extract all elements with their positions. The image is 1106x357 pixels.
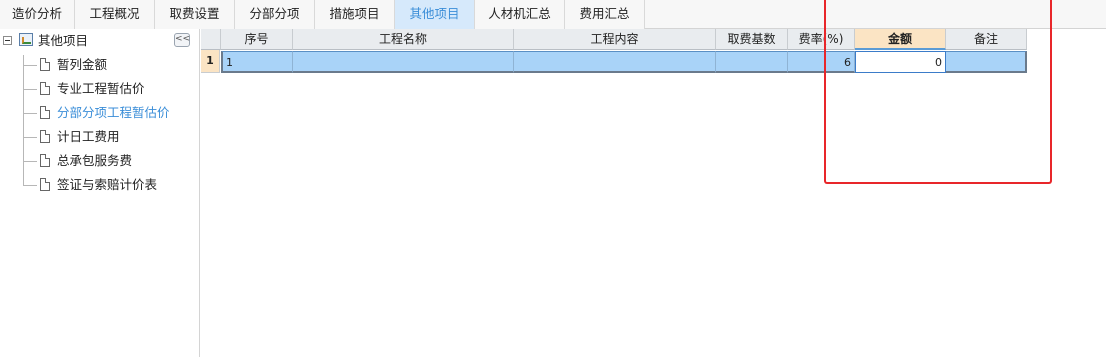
tab-labor-material-summary[interactable]: 人材机汇总	[475, 0, 565, 29]
column-header-project-name[interactable]: 工程名称	[293, 29, 514, 50]
sidebar-item-label: 暂列金额	[57, 57, 108, 72]
tab-subdivision-items[interactable]: 分部分项	[235, 0, 315, 29]
cell-remarks[interactable]	[946, 51, 1027, 73]
tab-fee-summary[interactable]: 费用汇总	[565, 0, 645, 29]
sidebar-item-label: 签证与索赔计价表	[57, 177, 158, 192]
cell-amount[interactable]: 0	[855, 51, 946, 73]
column-header-fee-rate[interactable]: 费率(%)	[788, 29, 855, 50]
sidebar-item-label: 专业工程暂估价	[57, 81, 145, 96]
cell-fee-rate[interactable]: 6	[788, 51, 855, 73]
column-header-project-content[interactable]: 工程内容	[514, 29, 716, 50]
document-icon	[40, 154, 50, 167]
sidebar-item-daywork[interactable]: 计日工费用	[23, 128, 193, 148]
sidebar-item-provisional-sum[interactable]: 暂列金额	[23, 56, 193, 76]
sidebar-item-contractor-service-fee[interactable]: 总承包服务费	[23, 152, 193, 172]
sidebar-item-visa-claims[interactable]: 签证与索赔计价表	[23, 176, 193, 196]
sidebar-item-subdivision-estimate[interactable]: 分部分项工程暂估价	[23, 104, 193, 124]
tab-measure-items[interactable]: 措施项目	[315, 0, 395, 29]
sidebar-item-label: 总承包服务费	[57, 153, 133, 168]
tab-cost-analysis[interactable]: 造价分析	[0, 0, 75, 29]
top-tab-bar: 造价分析 工程概况 取费设置 分部分项 措施项目 其他项目 人材机汇总 费用汇总	[0, 0, 1106, 29]
tab-fee-settings[interactable]: 取费设置	[155, 0, 235, 29]
column-header-amount[interactable]: 金额	[855, 29, 946, 50]
sidebar-item-specialty-estimate[interactable]: 专业工程暂估价	[23, 80, 193, 100]
sidebar-item-label: 计日工费用	[57, 129, 120, 144]
tree-root-label: 其他项目	[38, 33, 89, 48]
document-icon	[40, 178, 50, 191]
cell-fee-base[interactable]	[716, 51, 788, 73]
folder-tree-icon	[19, 33, 33, 46]
document-icon	[40, 58, 50, 71]
document-icon	[40, 130, 50, 143]
column-header-remarks[interactable]: 备注	[946, 29, 1027, 50]
cell-seq[interactable]: 1	[221, 51, 293, 73]
sidebar-tree: << 其他项目 暂列金额 专业工程暂估价 分部分项工程暂估价 计日工费用 总承包…	[0, 29, 200, 357]
tree-root-other-items[interactable]: 其他项目	[0, 32, 170, 52]
tab-other-items[interactable]: 其他项目	[395, 0, 475, 29]
grid-corner-header	[201, 29, 221, 50]
cell-project-content[interactable]	[514, 51, 716, 73]
row-header[interactable]: 1	[201, 50, 220, 73]
document-icon	[40, 82, 50, 95]
document-icon	[40, 106, 50, 119]
collapse-sidebar-button[interactable]: <<	[174, 33, 190, 47]
sidebar-item-label: 分部分项工程暂估价	[57, 105, 170, 120]
tab-project-overview[interactable]: 工程概况	[75, 0, 155, 29]
column-header-seq[interactable]: 序号	[221, 29, 293, 50]
cell-project-name[interactable]	[293, 51, 514, 73]
collapse-minus-icon[interactable]	[3, 36, 12, 45]
column-header-fee-base[interactable]: 取费基数	[716, 29, 788, 50]
